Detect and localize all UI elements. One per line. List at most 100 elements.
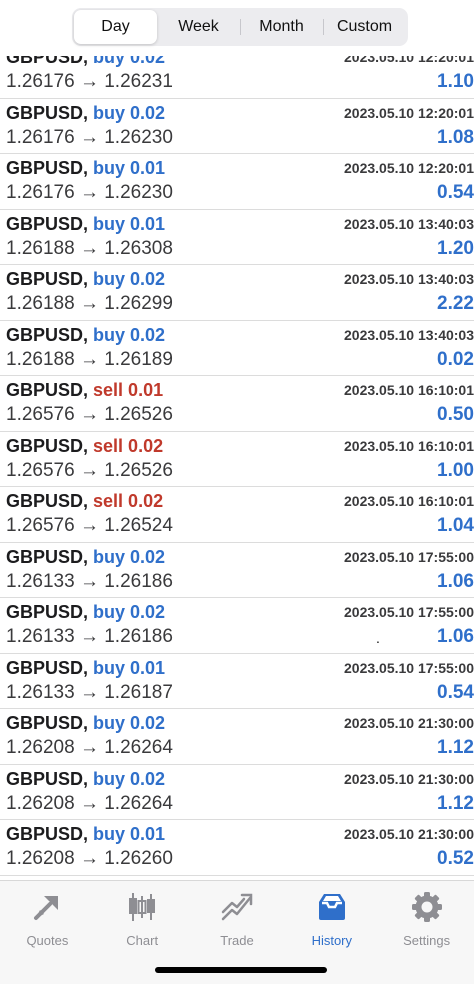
deal-side-volume: sell 0.02 <box>93 435 164 456</box>
deal-prices: 1.26576 → 1.26524 <box>6 515 173 536</box>
deal-side-volume: buy 0.02 <box>93 324 166 345</box>
deal-side-volume: buy 0.02 <box>93 713 166 733</box>
tab-bar: Quotes Chart Trade History Settings <box>0 880 474 984</box>
deal-row[interactable]: GBPUSD, buy 0.02 2023.05.10 13:40:03 1.261… <box>0 265 474 321</box>
deal-symbol: GBPUSD, <box>6 546 89 567</box>
tab-chart[interactable]: Chart <box>95 881 190 951</box>
deal-profit: 1.06 <box>437 570 474 592</box>
deal-symbol: GBPUSD, <box>6 269 89 289</box>
deal-time: 2023.05.10 13:40:03 <box>344 271 474 287</box>
deal-side-volume: sell 0.01 <box>93 380 164 400</box>
deal-side-volume: buy 0.02 <box>93 546 166 567</box>
deal-row[interactable]: GBPUSD, sell 0.01 2023.05.10 16:10:01 1.26… <box>0 376 474 432</box>
deal-profit: 1.08 <box>437 126 474 148</box>
deal-profit: 0.52 <box>437 848 474 869</box>
deal-prices: 1.26576 → 1.26526 <box>6 459 173 481</box>
chart-icon <box>124 889 160 925</box>
deal-time: 2023.05.10 16:10:01 <box>344 382 474 398</box>
deal-title: GBPUSD, buy 0.02 <box>6 325 165 346</box>
deal-prices: 1.26176 → 1.26230 <box>6 126 173 148</box>
deal-symbol: GBPUSD, <box>6 713 89 733</box>
deal-time: 2023.05.10 13:40:03 <box>344 215 474 232</box>
history-deal-list[interactable]: GBPUSD, buy 0.02 2023.05.10 12:20:01 1.261… <box>0 43 474 877</box>
segment-month[interactable]: Month <box>240 10 323 44</box>
deal-profit: 0.50 <box>437 404 474 425</box>
deal-side-volume: buy 0.02 <box>93 269 166 289</box>
deal-title: GBPUSD, buy 0.01 <box>6 214 165 235</box>
deal-title: GBPUSD, buy 0.02 <box>6 713 165 734</box>
deal-time: 2023.05.10 21:30:00 <box>344 770 474 787</box>
deal-row[interactable]: GBPUSD, buy 0.02 2023.05.10 17:55:00 1.261… <box>0 598 474 654</box>
deal-symbol: GBPUSD, <box>6 324 89 345</box>
deal-profit: 0.54 <box>437 182 474 203</box>
tab-history[interactable]: History <box>284 881 379 951</box>
history-icon <box>314 889 350 925</box>
deal-title: GBPUSD, buy 0.02 <box>6 602 165 623</box>
deal-row[interactable]: GBPUSD, buy 0.02 2023.05.10 13:40:03 1.261… <box>0 321 474 376</box>
period-segmented-control: Day Week Month Custom <box>72 8 408 46</box>
tab-trade[interactable]: Trade <box>190 881 285 951</box>
deal-time: 2023.05.10 16:10:01 <box>344 493 474 509</box>
deal-title: GBPUSD, sell 0.02 <box>6 436 163 457</box>
segment-day[interactable]: Day <box>74 10 157 44</box>
deal-side-volume: buy 0.02 <box>93 768 166 789</box>
deal-time: 2023.05.10 12:20:01 <box>344 104 474 121</box>
deal-row[interactable]: GBPUSD, sell 0.02 2023.05.10 16:10:01 1.26… <box>0 487 474 543</box>
deal-profit: 1.04 <box>437 515 474 536</box>
deal-symbol: GBPUSD, <box>6 213 89 234</box>
deal-row[interactable]: GBPUSD, buy 0.01 2023.05.10 21:30:00 1.262… <box>0 820 474 876</box>
deal-prices: 1.26188 → 1.26189 <box>6 348 173 370</box>
deal-row[interactable]: GBPUSD, buy 0.02 2023.05.10 21:30:00 1.262… <box>0 765 474 820</box>
deal-symbol: GBPUSD, <box>6 491 89 511</box>
tab-settings-label: Settings <box>403 933 451 948</box>
deal-title: GBPUSD, buy 0.02 <box>6 103 165 124</box>
deal-profit: 0.54 <box>437 681 474 703</box>
tab-chart-label: Chart <box>126 933 159 948</box>
deal-title: GBPUSD, buy 0.02 <box>6 269 165 290</box>
deal-profit: 0.02 <box>437 348 474 370</box>
deal-title: GBPUSD, buy 0.02 <box>6 547 165 568</box>
deal-symbol: GBPUSD, <box>6 602 89 622</box>
deal-row[interactable]: GBPUSD, buy 0.02 2023.05.10 17:55:00 1.261… <box>0 543 474 598</box>
deal-row[interactable]: GBPUSD, sell 0.02 2023.05.10 16:10:01 1.26… <box>0 432 474 487</box>
deal-prices: 1.26176 → 1.26231 <box>6 71 173 92</box>
deal-time: 2023.05.10 21:30:00 <box>344 715 474 731</box>
period-header: Day Week Month Custom <box>0 0 474 56</box>
deal-prices: 1.26176 → 1.26230 <box>6 182 173 203</box>
tab-quotes[interactable]: Quotes <box>0 881 95 951</box>
deal-prices: 1.26208 → 1.26260 <box>6 848 173 869</box>
deal-prices: 1.26133 → 1.26187 <box>6 681 173 703</box>
deal-prices: 1.26133 → 1.26186 <box>6 570 173 592</box>
deal-symbol: GBPUSD, <box>6 824 89 844</box>
deal-side-volume: buy 0.01 <box>93 213 166 234</box>
tab-settings[interactable]: Settings <box>379 881 474 951</box>
deal-row[interactable]: GBPUSD, buy 0.01 2023.05.10 12:20:01 1.261… <box>0 154 474 210</box>
deal-symbol: GBPUSD, <box>6 657 89 678</box>
deal-title: GBPUSD, sell 0.02 <box>6 491 163 512</box>
deal-profit: 1.06 <box>437 626 474 647</box>
deal-title: GBPUSD, buy 0.01 <box>6 824 165 845</box>
quotes-icon <box>29 889 65 925</box>
trade-icon <box>219 889 255 925</box>
settings-icon <box>409 889 445 925</box>
tab-trade-label: Trade <box>220 933 254 948</box>
deal-prices: 1.26208 → 1.26264 <box>6 737 173 758</box>
deal-title: GBPUSD, sell 0.01 <box>6 380 163 401</box>
segment-custom[interactable]: Custom <box>323 10 406 44</box>
deal-title: GBPUSD, buy 0.02 <box>6 769 165 790</box>
deal-row[interactable]: GBPUSD, buy 0.01 2023.05.10 13:40:03 1.261… <box>0 210 474 265</box>
deal-row[interactable]: GBPUSD, buy 0.02 2023.05.10 21:30:00 1.262… <box>0 709 474 765</box>
deal-title: GBPUSD, buy 0.01 <box>6 658 165 679</box>
segment-week[interactable]: Week <box>157 10 240 44</box>
deal-profit: 1.12 <box>437 792 474 814</box>
deal-row[interactable]: GBPUSD, buy 0.01 2023.05.10 17:55:00 1.261… <box>0 654 474 709</box>
tab-quotes-label: Quotes <box>26 933 69 948</box>
deal-time: 2023.05.10 12:20:01 <box>344 160 474 176</box>
deal-prices: 1.26576 → 1.26526 <box>6 404 173 425</box>
deal-symbol: GBPUSD, <box>6 102 89 123</box>
deal-time: 2023.05.10 21:30:00 <box>344 826 474 842</box>
deal-prices: 1.26133 → 1.26186 <box>6 626 173 647</box>
deal-side-volume: buy 0.01 <box>93 824 166 844</box>
deal-title: GBPUSD, buy 0.01 <box>6 158 165 179</box>
deal-row[interactable]: GBPUSD, buy 0.02 2023.05.10 12:20:01 1.261… <box>0 99 474 154</box>
